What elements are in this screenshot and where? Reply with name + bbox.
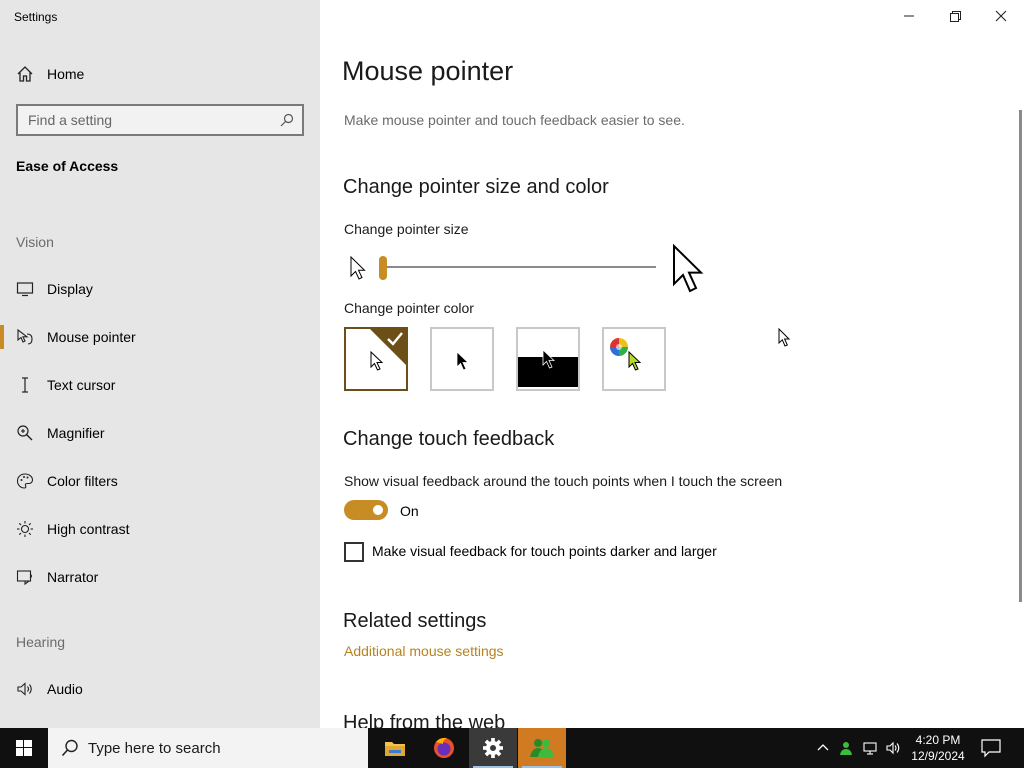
label-pointer-size: Change pointer size: [344, 221, 469, 237]
speaker-icon: [17, 682, 32, 696]
taskbar-people-app[interactable]: [518, 728, 566, 768]
touch-feedback-toggle[interactable]: [344, 500, 388, 520]
darker-feedback-label[interactable]: Make visual feedback for touch points da…: [372, 543, 717, 559]
restore-icon: [950, 11, 961, 22]
heading-touch-feedback: Change touch feedback: [343, 428, 555, 450]
main-content: Mouse pointer Make mouse pointer and tou…: [320, 0, 1024, 728]
nav-home[interactable]: Home: [0, 58, 320, 88]
sidebar-item-label: Narrator: [47, 569, 99, 585]
pointer-size-slider-thumb[interactable]: [379, 256, 387, 280]
pointer-color-black[interactable]: [430, 327, 494, 391]
label-pointer-color: Change pointer color: [344, 300, 474, 316]
volume-icon[interactable]: [885, 740, 901, 756]
search-icon: [61, 739, 78, 757]
settings-search[interactable]: [16, 104, 304, 136]
start-button[interactable]: [0, 728, 48, 768]
taskbar: 4:20 PM 12/9/2024: [0, 728, 1024, 768]
monitor-icon: [16, 282, 34, 297]
black-pointer-icon: [456, 351, 469, 371]
clock-date: 12/9/2024: [911, 749, 965, 763]
home-icon: [17, 66, 33, 82]
label-touch-feedback: Show visual feedback around the touch po…: [344, 473, 783, 489]
page-subtitle: Make mouse pointer and touch feedback ea…: [344, 112, 685, 128]
checkmark-icon: [387, 332, 403, 346]
pointer-size-row: [342, 244, 722, 298]
sidebar-item-magnifier[interactable]: Magnifier: [0, 413, 320, 453]
color-wheel-icon: [610, 338, 628, 356]
pointer-color-custom[interactable]: [602, 327, 666, 391]
heading-pointer-size-color: Change pointer size and color: [343, 176, 609, 198]
toggle-knob: [373, 505, 383, 515]
sun-icon: [17, 521, 33, 537]
darker-feedback-checkbox[interactable]: [344, 542, 364, 562]
sidebar-item-high-contrast[interactable]: High contrast: [0, 509, 320, 549]
app-title: Settings: [14, 10, 58, 24]
sidebar-item-label: Audio: [47, 681, 83, 697]
sidebar-item-text-cursor[interactable]: Text cursor: [0, 365, 320, 405]
minimize-button[interactable]: [886, 0, 932, 32]
sidebar-item-audio[interactable]: Audio: [0, 669, 320, 709]
file-explorer-icon: [385, 742, 405, 756]
heading-help-from-web: Help from the web: [343, 712, 506, 728]
minimize-icon: [904, 15, 914, 17]
mouse-pointer-icon: [17, 328, 33, 345]
taskbar-search[interactable]: [48, 728, 368, 768]
search-icon[interactable]: [280, 113, 294, 127]
sidebar: Settings Home Ease of Access Vision Disp…: [0, 0, 320, 728]
people-app-icon: [530, 739, 554, 757]
sidebar-item-label: High contrast: [47, 521, 130, 537]
white-pointer-icon: [370, 351, 384, 371]
home-label: Home: [47, 66, 85, 82]
sidebar-item-label: Color filters: [47, 473, 118, 489]
group-label-vision: Vision: [16, 234, 54, 250]
sidebar-item-label: Mouse pointer: [47, 329, 136, 345]
custom-pointer-icon: [628, 351, 642, 371]
small-pointer-icon: [350, 256, 366, 280]
taskbar-search-input[interactable]: [88, 728, 358, 768]
toggle-state-label: On: [400, 503, 419, 519]
heading-related-settings: Related settings: [343, 610, 487, 632]
large-pointer-icon: [673, 244, 704, 293]
network-icon[interactable]: [862, 740, 878, 756]
notifications-icon[interactable]: [980, 738, 1002, 758]
people-tray-icon[interactable]: [838, 740, 854, 756]
magnifier-icon: [17, 425, 33, 441]
pointer-size-slider-track[interactable]: [382, 266, 656, 268]
close-button[interactable]: [978, 0, 1024, 32]
mouse-cursor-icon: [778, 328, 791, 347]
pointer-color-white[interactable]: [344, 327, 408, 391]
chevron-up-icon[interactable]: [815, 740, 831, 756]
section-title: Ease of Access: [16, 158, 119, 174]
windows-logo-icon: [16, 740, 32, 756]
inverted-pointer-icon: [542, 349, 555, 369]
taskbar-file-explorer[interactable]: [371, 728, 419, 768]
close-icon: [995, 10, 1007, 22]
clock[interactable]: 4:20 PM 12/9/2024: [906, 732, 970, 764]
sidebar-item-label: Display: [47, 281, 93, 297]
text-cursor-icon: [22, 377, 28, 393]
narrator-icon: [16, 570, 33, 586]
group-label-hearing: Hearing: [16, 634, 66, 650]
restore-button[interactable]: [932, 0, 978, 32]
sidebar-item-label: Text cursor: [47, 377, 116, 393]
taskbar-settings[interactable]: [469, 728, 517, 768]
additional-mouse-settings-link[interactable]: Additional mouse settings: [344, 643, 504, 659]
sidebar-item-color-filters[interactable]: Color filters: [0, 461, 320, 501]
sidebar-item-label: Magnifier: [47, 425, 105, 441]
settings-gear-icon: [483, 738, 503, 758]
palette-icon: [16, 473, 34, 489]
scrollbar[interactable]: [1019, 110, 1022, 602]
firefox-icon: [434, 737, 454, 758]
clock-time: 4:20 PM: [915, 733, 961, 747]
page-title: Mouse pointer: [342, 56, 514, 86]
settings-search-input[interactable]: [18, 106, 268, 134]
taskbar-firefox[interactable]: [420, 728, 468, 768]
pointer-color-inverted[interactable]: [516, 327, 580, 391]
sidebar-item-narrator[interactable]: Narrator: [0, 557, 320, 597]
sidebar-item-display[interactable]: Display: [0, 269, 320, 309]
sidebar-item-mouse-pointer[interactable]: Mouse pointer: [0, 317, 320, 357]
